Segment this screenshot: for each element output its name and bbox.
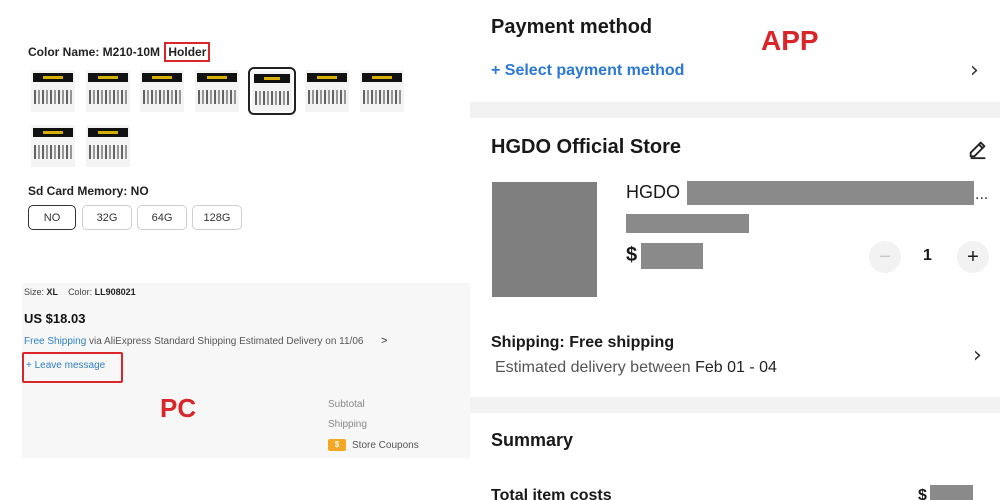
size-value: XL [46, 287, 59, 297]
sd-option-128g[interactable]: 128G [192, 205, 242, 230]
product-price-currency: $ [626, 244, 638, 266]
quantity-minus-button[interactable]: − [869, 241, 901, 273]
section-divider [470, 102, 1000, 118]
color-swatch[interactable] [31, 70, 75, 112]
color-name-text: Color Name: M210-10M [28, 45, 161, 59]
plus-icon: + [967, 245, 979, 268]
redacted-total-value [930, 485, 973, 500]
product-image[interactable] [492, 182, 597, 297]
shipping-detail: via AliExpress Standard Shipping Estimat… [86, 336, 364, 347]
color-swatch-selected[interactable] [248, 67, 296, 115]
select-payment-button[interactable]: + Select payment method [491, 62, 684, 80]
summary-title: Summary [491, 430, 574, 450]
estimated-delivery-label: Estimated delivery between [495, 359, 696, 376]
redacted-product-title [687, 181, 974, 205]
estimated-delivery-dates: Feb 01 - 04 [695, 359, 777, 376]
color-label: Color: [68, 287, 93, 297]
redacted-product-variant [626, 214, 749, 233]
size-color-line: Size: XL Color: LL908021 [24, 287, 136, 297]
redacted-product-price [641, 243, 703, 269]
coupon-icon: $ [328, 439, 346, 451]
sd-option-32g[interactable]: 32G [82, 205, 132, 230]
color-swatch[interactable] [86, 70, 130, 112]
chevron-right-icon[interactable]: > [381, 335, 387, 347]
total-item-costs-label: Total item costs [491, 487, 612, 500]
color-swatch[interactable] [360, 70, 404, 112]
estimated-delivery: Estimated delivery between Feb 01 - 04 [495, 359, 777, 377]
sd-option-64g[interactable]: 64G [137, 205, 187, 230]
quantity-plus-button[interactable]: + [957, 241, 989, 273]
sd-option-no[interactable]: NO [28, 205, 76, 230]
color-swatch[interactable] [305, 70, 349, 112]
color-value: LL908021 [94, 287, 136, 297]
chevron-right-icon[interactable]: › [973, 343, 982, 368]
color-swatch[interactable] [31, 125, 75, 167]
free-shipping-label: Free Shipping [24, 336, 87, 347]
sd-card-label: Sd Card Memory: NO [28, 184, 149, 198]
app-checkout-panel: Payment method APP + Select payment meth… [470, 0, 1000, 500]
color-swatch[interactable] [86, 125, 130, 167]
subtotal-label: Subtotal [328, 399, 365, 410]
shipping-label: Shipping [328, 419, 367, 430]
leave-message-link[interactable]: + Leave message [26, 360, 105, 371]
pc-product-panel: Color Name: M210-10M Holder Sd Card Memo… [0, 0, 470, 500]
size-label: Size: [24, 287, 45, 297]
pc-annotation-label: PC [160, 393, 197, 423]
edit-pencil-icon[interactable] [967, 138, 989, 160]
section-divider [470, 397, 1000, 413]
total-item-costs-currency: $ [918, 487, 927, 500]
shipping-line: Free Shipping via AliExpress Standard Sh… [24, 336, 363, 347]
store-name: HGDO Official Store [491, 136, 682, 158]
quantity-value: 1 [923, 247, 932, 264]
payment-method-title: Payment method [491, 16, 653, 38]
chevron-right-icon[interactable]: › [970, 58, 979, 83]
title-ellipsis: ... [975, 186, 989, 203]
color-swatch[interactable] [140, 70, 184, 112]
color-swatch[interactable] [195, 70, 239, 112]
app-annotation-label: APP [761, 25, 819, 56]
price: US $18.03 [24, 311, 86, 326]
product-name: HGDO [626, 182, 680, 202]
store-coupons-label[interactable]: Store Coupons [352, 440, 419, 451]
holder-highlight: Holder [164, 42, 211, 62]
shipping-title: Shipping: Free shipping [491, 334, 675, 351]
minus-icon: − [879, 245, 891, 268]
color-name-label: Color Name: M210-10M Holder [28, 42, 211, 62]
